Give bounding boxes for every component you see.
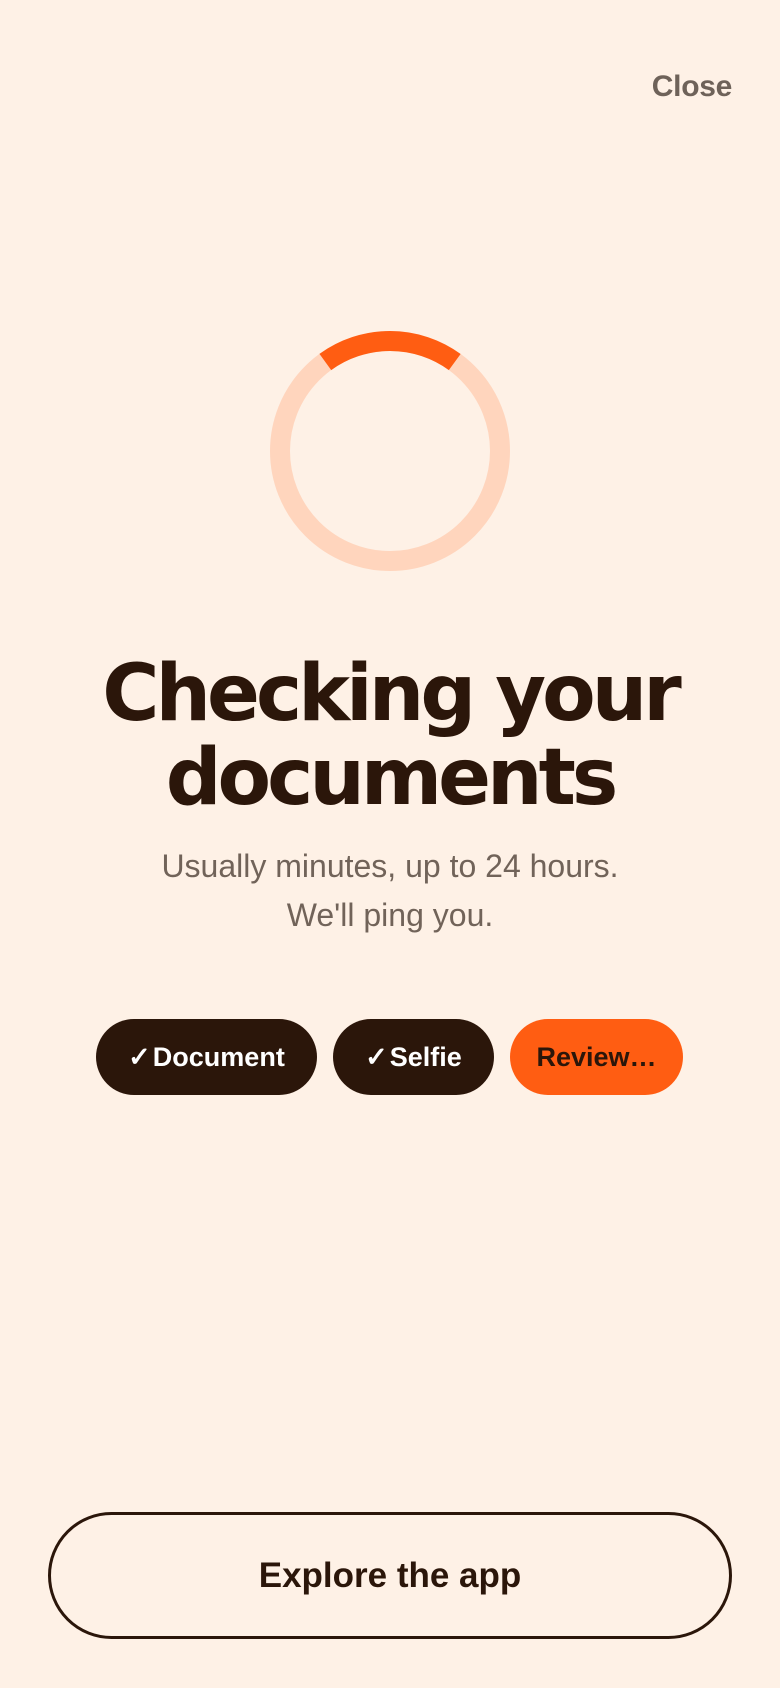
loading-spinner — [270, 331, 510, 571]
subtitle-line-2: We'll ping you. — [286, 897, 494, 933]
page-title-line-2: documents — [165, 733, 619, 823]
step-label-review: Review… — [536, 1041, 657, 1072]
step-label-document: Document — [152, 1041, 285, 1072]
close-button[interactable]: Close — [652, 70, 733, 104]
step-label-selfie: Selfie — [389, 1041, 462, 1072]
spinner-track — [270, 331, 510, 571]
explore-app-button[interactable]: Explore the app — [48, 1512, 732, 1639]
step-chip-selfie: ✓ Selfie — [333, 1019, 494, 1095]
page-subtitle: Usually minutes, up to 24 hours. We'll p… — [0, 842, 780, 940]
step-chip-review: Review… — [510, 1019, 683, 1095]
page-title-line-1: Checking your — [102, 649, 681, 739]
verification-steps: ✓ Document ✓ Selfie Review… — [96, 1019, 683, 1095]
page-title: Checking your documents — [0, 652, 780, 820]
checkmark-icon: ✓ — [365, 1041, 388, 1072]
subtitle-line-1: Usually minutes, up to 24 hours. — [161, 848, 619, 884]
checkmark-icon: ✓ — [128, 1041, 151, 1072]
step-chip-document: ✓ Document — [96, 1019, 317, 1095]
